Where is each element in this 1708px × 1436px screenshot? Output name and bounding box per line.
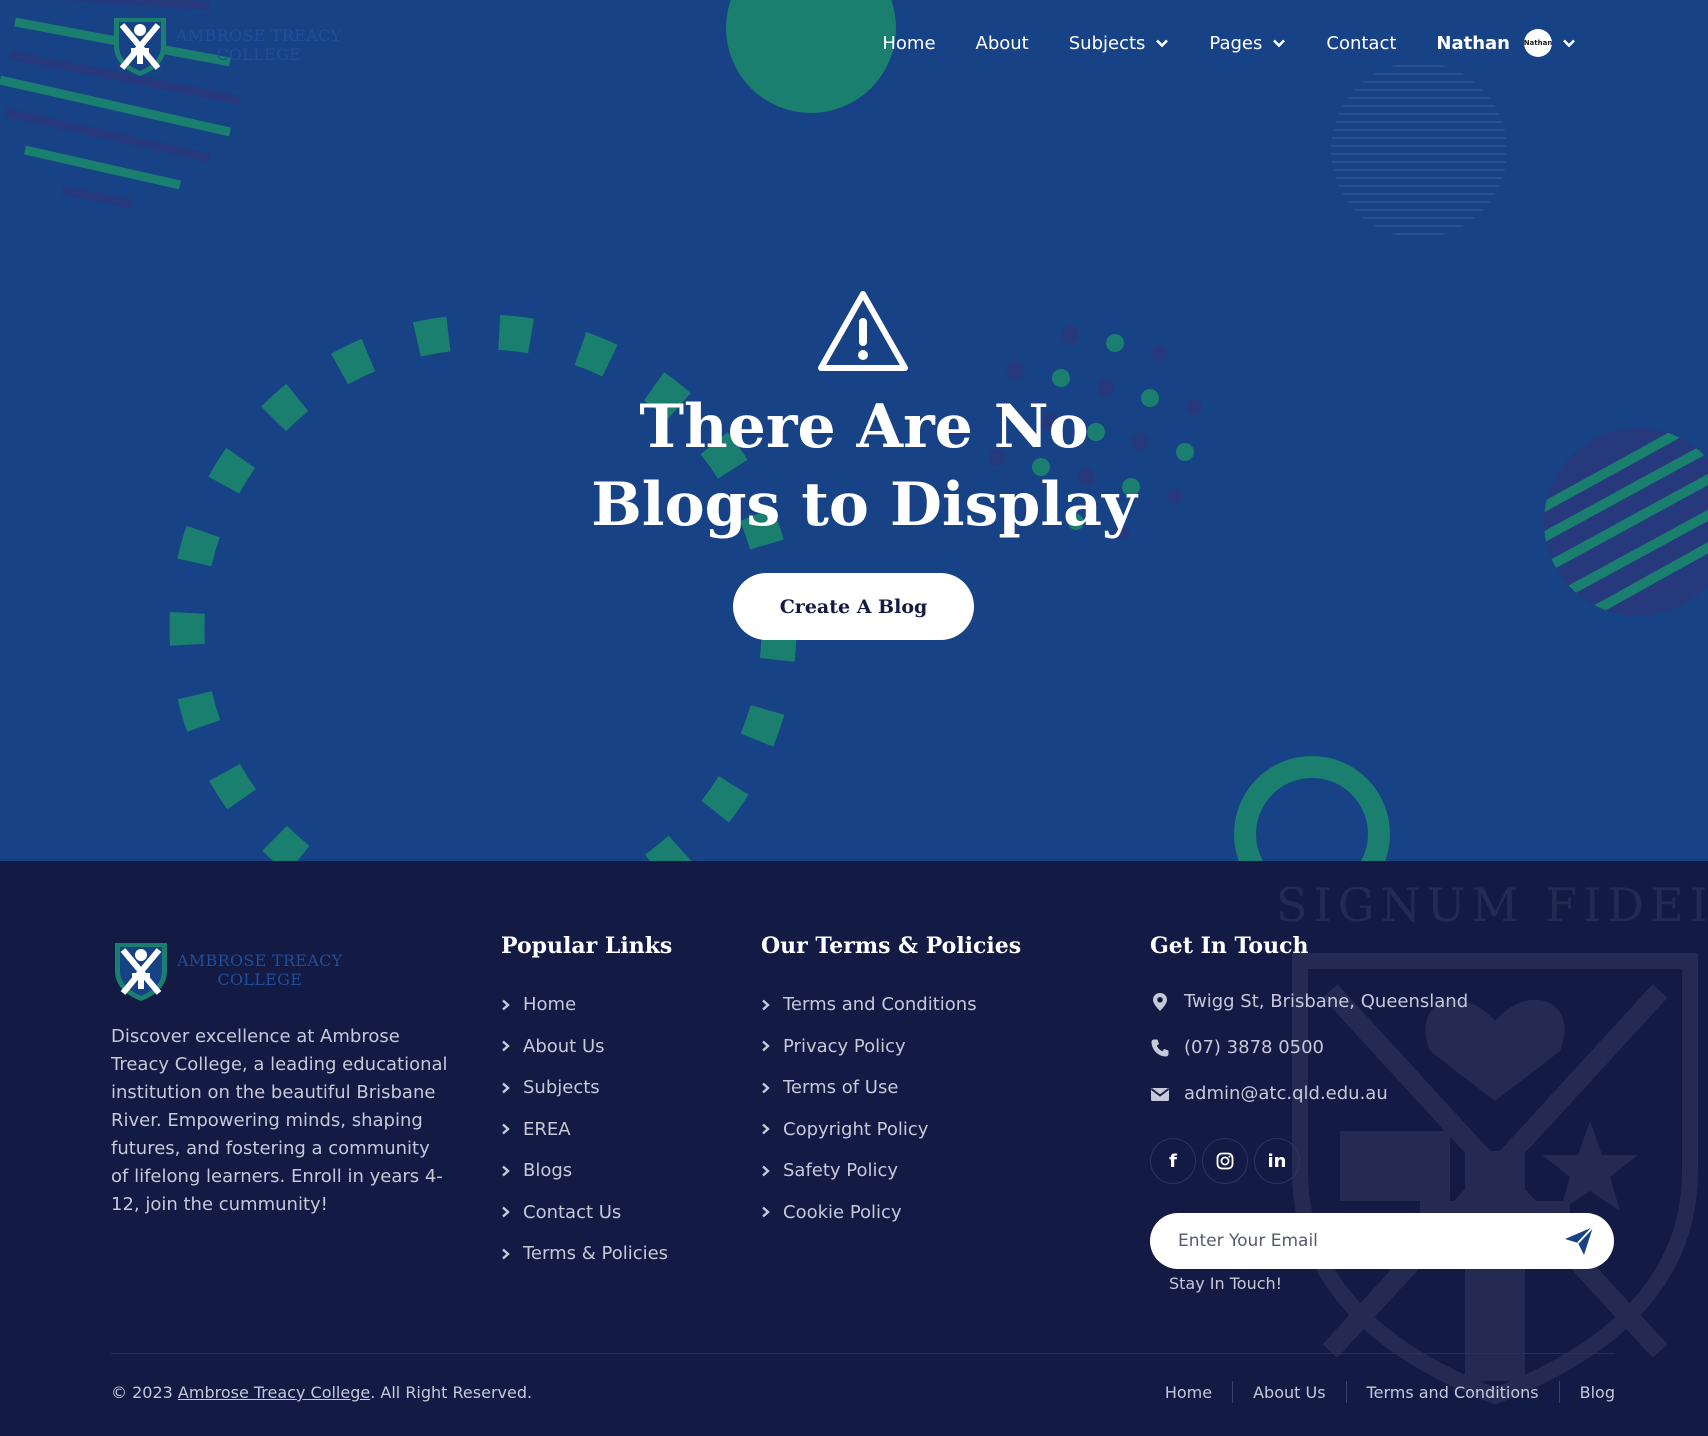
map-pin-icon [1153, 992, 1167, 1011]
footer-link-terms-policies[interactable]: Terms & Policies [501, 1233, 668, 1275]
chevron-right-icon [762, 1165, 770, 1177]
chevron-down-icon [1156, 39, 1169, 48]
facebook-icon[interactable]: f [1150, 1138, 1196, 1184]
title-line-1: There Are No [639, 392, 1089, 462]
site-footer: SIGNUM FIDEI AMBROSE TREACY COLLEGE Disc… [0, 861, 1708, 1436]
title-line-2: Blogs to Display [591, 470, 1137, 540]
crest-icon [114, 18, 166, 76]
envelope-icon [1150, 1087, 1170, 1101]
footer-link-contact-us[interactable]: Contact Us [501, 1192, 668, 1234]
bottom-link-blog[interactable]: Blog [1560, 1383, 1615, 1402]
nav-pages[interactable]: Pages [1209, 33, 1286, 54]
contact-email[interactable]: admin@atc.qld.edu.au [1150, 1083, 1388, 1104]
contact-phone[interactable]: (07) 3878 0500 [1150, 1037, 1324, 1058]
footer-link-home[interactable]: Home [501, 984, 668, 1026]
chevron-right-icon [762, 999, 770, 1011]
chevron-right-icon [502, 999, 510, 1011]
copyright-link[interactable]: Ambrose Treacy College [178, 1383, 370, 1402]
policies-title: Our Terms & Policies [761, 933, 1022, 959]
chevron-down-icon [1273, 39, 1286, 48]
chevron-right-icon [502, 1165, 510, 1177]
chevron-right-icon [502, 1206, 510, 1218]
bottom-nav: Home About Us Terms and Conditions Blog [1145, 1381, 1615, 1403]
footer-link-cookie-policy[interactable]: Cookie Policy [761, 1192, 977, 1234]
bottom-link-home[interactable]: Home [1145, 1383, 1232, 1402]
nav-subjects[interactable]: Subjects [1069, 33, 1170, 54]
nav-contact[interactable]: Contact [1326, 33, 1396, 54]
create-blog-button[interactable]: Create A Blog [733, 573, 974, 640]
footer-link-blogs[interactable]: Blogs [501, 1150, 668, 1192]
contact-address: Twigg St, Brisbane, Queensland [1150, 991, 1468, 1012]
newsletter-email-input[interactable] [1178, 1213, 1538, 1269]
policies-list: Terms and Conditions Privacy Policy Term… [761, 984, 977, 1233]
bottom-link-about-us[interactable]: About Us [1233, 1383, 1345, 1402]
striped-circle [1544, 428, 1708, 616]
popular-links-list: Home About Us Subjects EREA Blogs Contac… [501, 984, 668, 1275]
avatar: Nathan [1524, 29, 1552, 57]
footer-link-subjects[interactable]: Subjects [501, 1067, 668, 1109]
site-logo[interactable]: AMBROSE TREACY COLLEGE [110, 12, 342, 78]
chevron-down-icon [1563, 39, 1575, 48]
bottom-link-terms[interactable]: Terms and Conditions [1347, 1383, 1559, 1402]
chevron-right-icon [502, 1248, 510, 1260]
hatched-circle [1331, 65, 1507, 235]
chevron-right-icon [502, 1040, 510, 1052]
logo-wordmark: AMBROSE TREACY COLLEGE [176, 26, 342, 64]
popular-links-title: Popular Links [501, 933, 673, 959]
crest-icon [115, 943, 167, 1001]
footer-about-text: Discover excellence at Ambrose Treacy Co… [111, 1026, 448, 1215]
warning-triangle-icon [818, 291, 908, 371]
main-nav: Home About Subjects Pages Contact Nathan… [882, 26, 1576, 60]
footer-logo[interactable]: AMBROSE TREACY COLLEGE [111, 937, 343, 1003]
instagram-glyph [1216, 1152, 1234, 1170]
footer-link-copyright-policy[interactable]: Copyright Policy [761, 1109, 977, 1151]
footer-link-privacy-policy[interactable]: Privacy Policy [761, 1026, 977, 1068]
seal-watermark: SIGNUM FIDEI [1276, 878, 1708, 1405]
svg-text:SIGNUM FIDEI: SIGNUM FIDEI [1276, 878, 1708, 932]
footer-link-erea[interactable]: EREA [501, 1109, 668, 1151]
footer-link-terms-of-use[interactable]: Terms of Use [761, 1067, 977, 1109]
chevron-right-icon [762, 1206, 770, 1218]
user-menu[interactable]: Nathan Nathan [1436, 29, 1576, 57]
instagram-icon[interactable] [1202, 1138, 1248, 1184]
logo-wordmark: AMBROSE TREACY COLLEGE [177, 951, 343, 989]
newsletter-form [1150, 1213, 1614, 1269]
newsletter-caption: Stay In Touch! [1169, 1274, 1283, 1293]
footer-link-safety-policy[interactable]: Safety Policy [761, 1150, 977, 1192]
ring-bottom [1234, 756, 1390, 861]
hero-section: AMBROSE TREACY COLLEGE Home About Subjec… [0, 0, 1708, 861]
nav-home[interactable]: Home [882, 33, 935, 54]
footer-link-terms-conditions[interactable]: Terms and Conditions [761, 984, 977, 1026]
contact-title: Get In Touch [1150, 933, 1309, 959]
chevron-right-icon [762, 1123, 770, 1135]
circle-top [726, 0, 896, 113]
chevron-right-icon [762, 1040, 770, 1052]
linkedin-icon[interactable]: in [1254, 1138, 1300, 1184]
page-title: There Are No Blogs to Display [554, 388, 1174, 544]
send-icon[interactable] [1562, 1224, 1596, 1258]
copyright: © 2023 Ambrose Treacy College. All Right… [111, 1383, 533, 1402]
chevron-right-icon [502, 1082, 510, 1094]
nav-about[interactable]: About [976, 33, 1029, 54]
phone-icon [1151, 1039, 1169, 1056]
chevron-right-icon [762, 1082, 770, 1094]
footer-link-about-us[interactable]: About Us [501, 1026, 668, 1068]
footer-divider [111, 1353, 1615, 1354]
chevron-right-icon [502, 1123, 510, 1135]
